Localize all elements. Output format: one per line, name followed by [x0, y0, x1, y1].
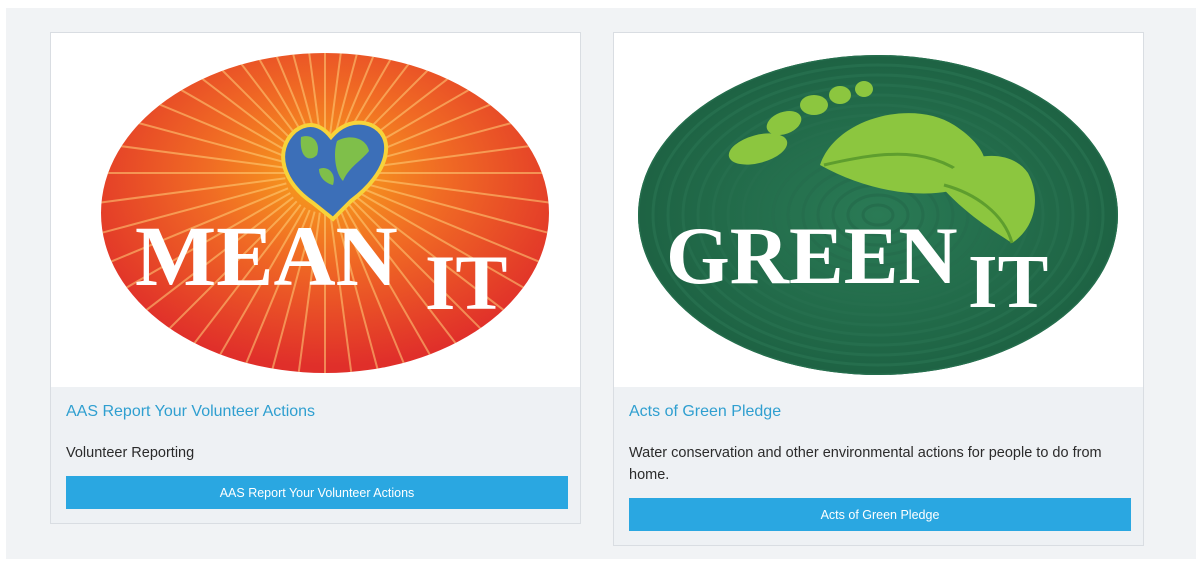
green-it-text-main: GREEN: [666, 210, 958, 301]
mean-it-text-main: MEAN: [135, 208, 398, 304]
card-green-pledge: GREEN IT Acts of Green Pledge Water cons…: [613, 32, 1144, 546]
card-title-link[interactable]: AAS Report Your Volunteer Actions: [66, 403, 315, 421]
page-background: MEAN IT AAS Report Your Volunteer Action…: [6, 8, 1196, 559]
green-it-leaf-footprint-logo-icon: GREEN IT: [638, 55, 1118, 375]
open-green-pledge-button[interactable]: Acts of Green Pledge: [629, 498, 1131, 531]
mean-it-heart-earth-logo-icon: MEAN IT: [101, 53, 549, 373]
card-title-link[interactable]: Acts of Green Pledge: [629, 403, 781, 421]
card-description: Water conservation and other environment…: [629, 445, 1102, 483]
mean-it-text-sub: IT: [425, 239, 507, 326]
card-volunteer-actions: MEAN IT AAS Report Your Volunteer Action…: [50, 32, 581, 524]
card-thumbnail[interactable]: GREEN IT: [614, 33, 1143, 387]
card-thumbnail[interactable]: MEAN IT: [51, 33, 580, 387]
card-description: Volunteer Reporting: [66, 445, 195, 461]
green-it-text-sub: IT: [968, 240, 1048, 324]
open-volunteer-actions-button[interactable]: AAS Report Your Volunteer Actions: [66, 476, 568, 509]
